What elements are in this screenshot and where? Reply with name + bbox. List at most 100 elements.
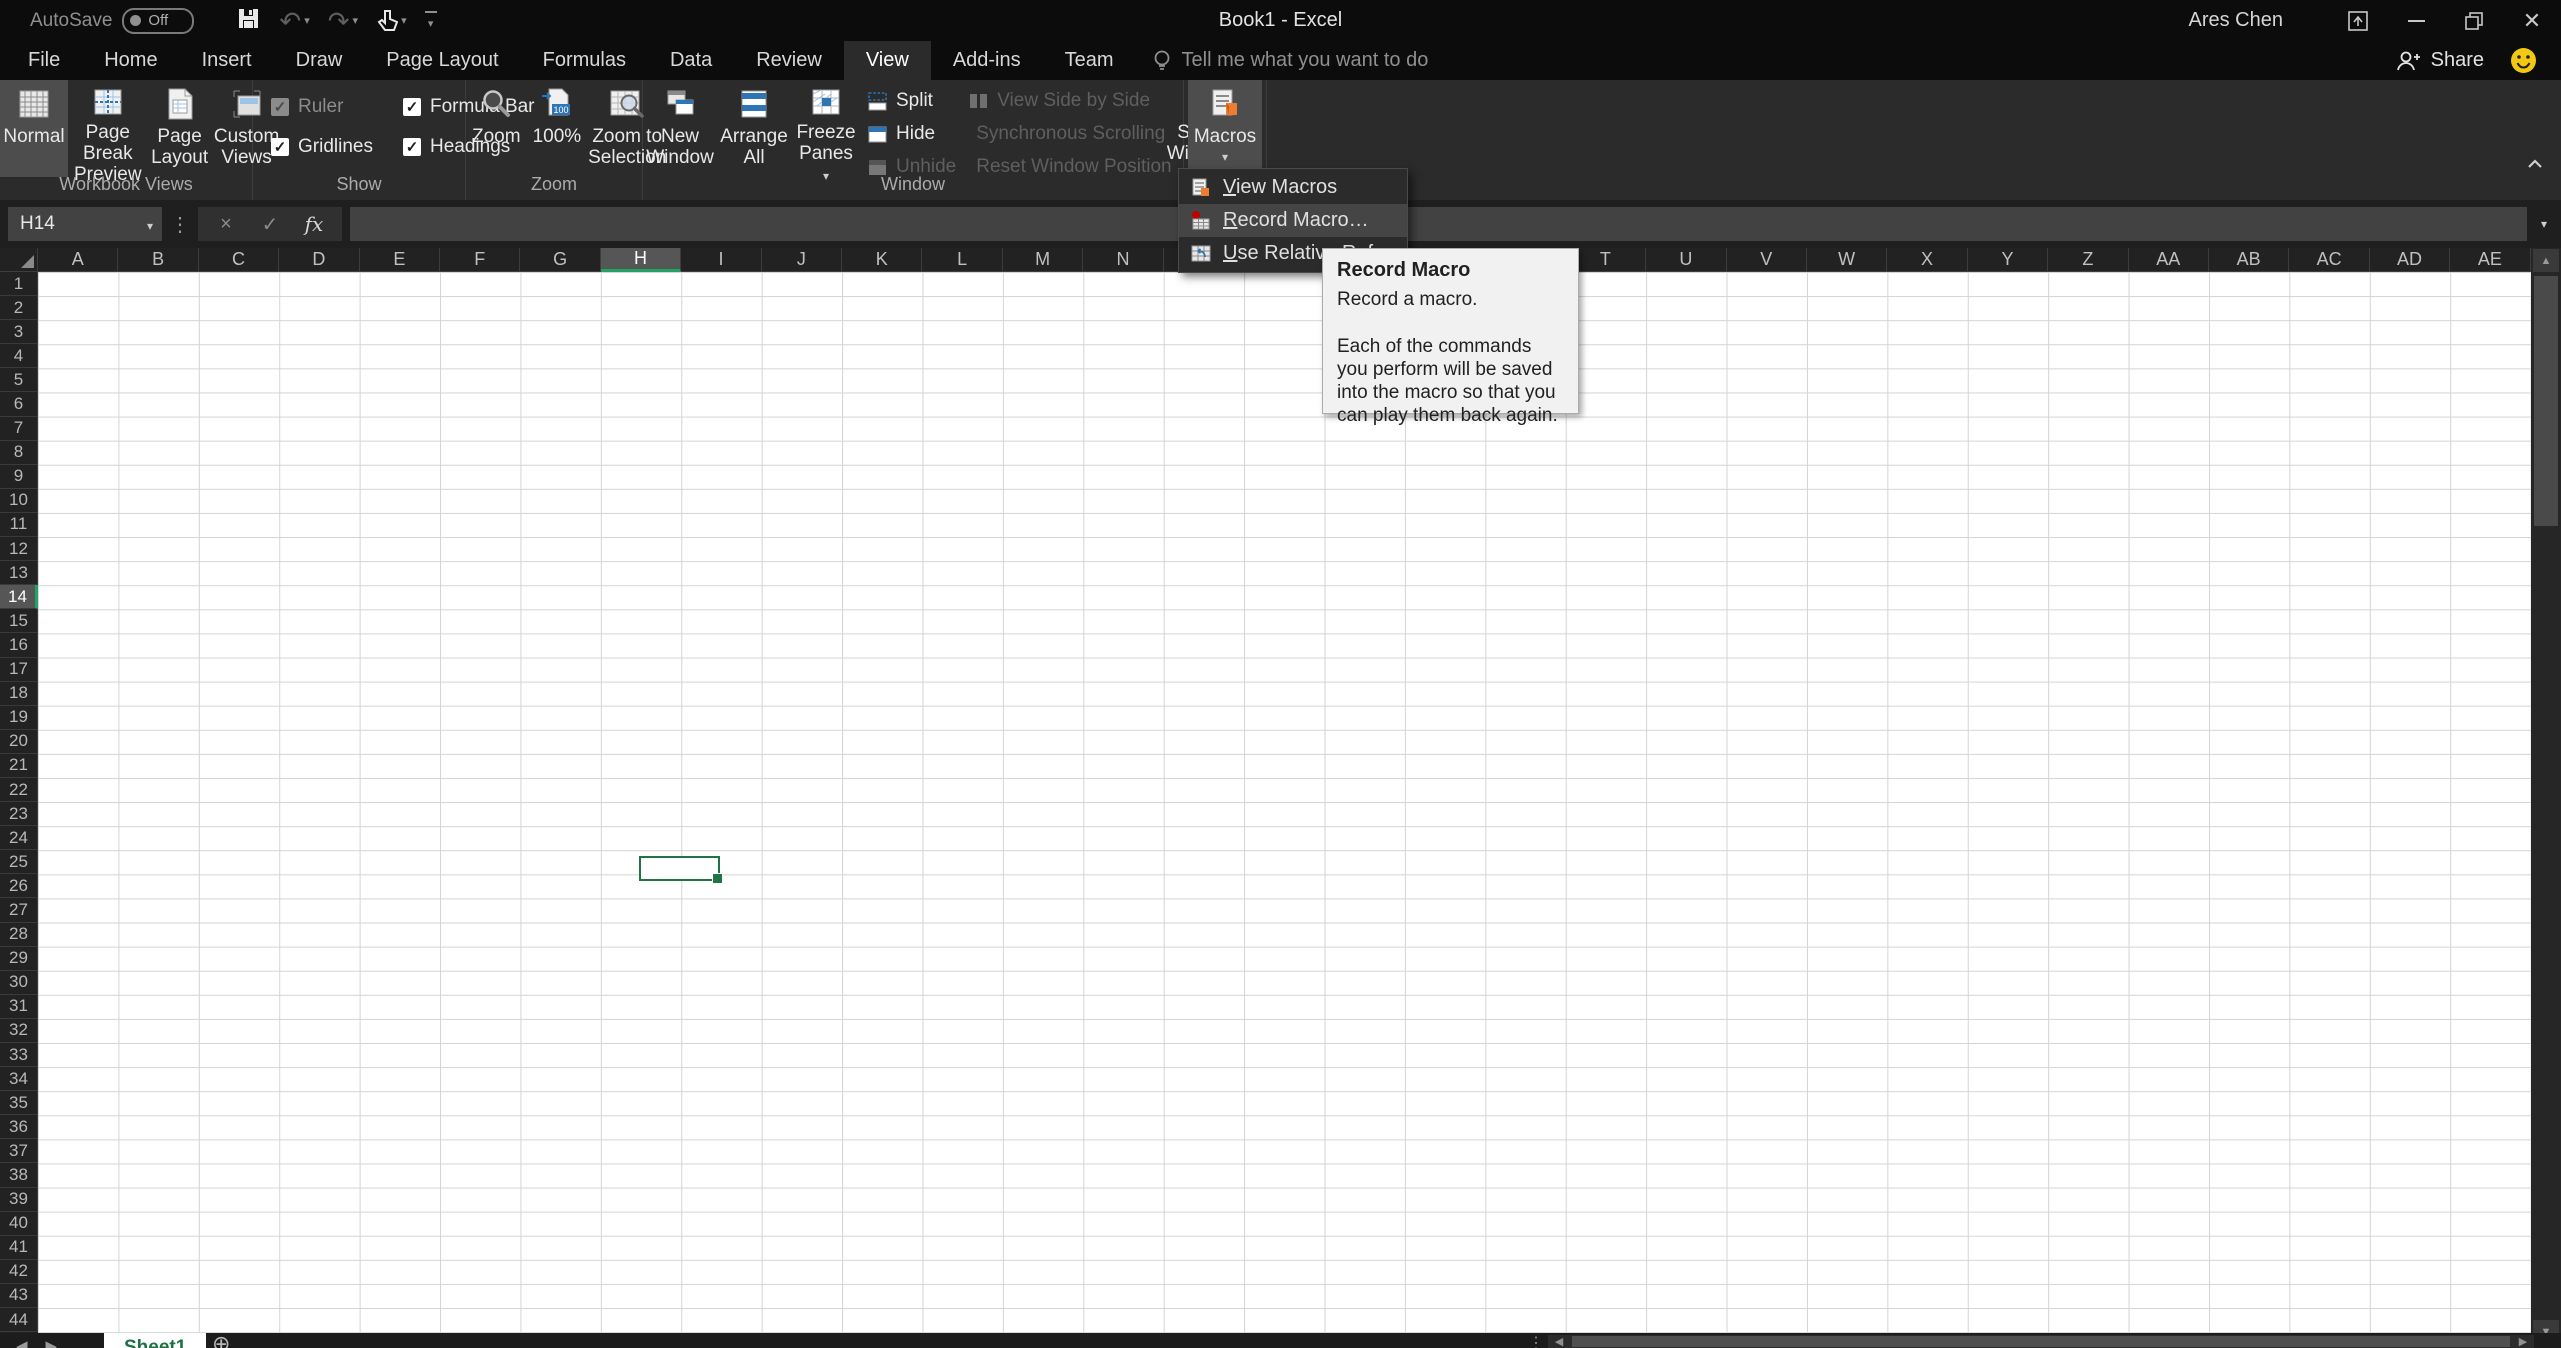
ribbon-tab[interactable]: Page Layout: [364, 41, 520, 80]
row-header[interactable]: 40: [0, 1211, 38, 1236]
worksheet-grid[interactable]: [38, 272, 2531, 1333]
column-header[interactable]: G: [520, 248, 601, 272]
row-header[interactable]: 26: [0, 874, 38, 899]
scroll-right-arrow-icon[interactable]: ▶: [2512, 1335, 2534, 1348]
column-header[interactable]: W: [1806, 248, 1888, 272]
row-header[interactable]: 43: [0, 1283, 38, 1309]
row-header[interactable]: 6: [0, 392, 38, 417]
row-header[interactable]: 11: [0, 512, 38, 538]
tab-scrollbar-splitter[interactable]: ⋮: [1528, 1333, 1544, 1348]
row-header[interactable]: 30: [0, 970, 38, 995]
undo-button[interactable]: ↶ ▾: [279, 8, 309, 34]
row-header[interactable]: 22: [0, 777, 38, 803]
row-header[interactable]: 3: [0, 320, 38, 345]
ribbon-tab[interactable]: Insert: [180, 41, 274, 80]
horizontal-scrollbar-thumb[interactable]: [1572, 1336, 2510, 1347]
row-header[interactable]: 7: [0, 416, 38, 441]
column-header[interactable]: B: [118, 248, 199, 272]
column-header[interactable]: H: [600, 248, 682, 272]
select-all-button[interactable]: [0, 248, 38, 272]
row-header[interactable]: 28: [0, 922, 38, 947]
ribbon-tab[interactable]: Add-ins: [931, 41, 1043, 80]
normal-view-button[interactable]: Normal: [0, 80, 68, 177]
sheet-tab-active[interactable]: Sheet1: [104, 1333, 207, 1348]
row-header[interactable]: 24: [0, 826, 38, 851]
row-header[interactable]: 41: [0, 1235, 38, 1260]
row-header[interactable]: 18: [0, 681, 38, 706]
ribbon-tab[interactable]: Team: [1043, 41, 1136, 80]
close-button[interactable]: ✕: [2503, 0, 2561, 41]
redo-button[interactable]: ↷ ▾: [328, 8, 358, 34]
ribbon-tab[interactable]: Formulas: [521, 41, 648, 80]
row-header[interactable]: 21: [0, 753, 38, 778]
name-box[interactable]: H14 ▾: [8, 207, 162, 241]
show-checkbox[interactable]: ✓ Ruler: [271, 96, 373, 118]
row-header[interactable]: 17: [0, 657, 38, 682]
column-header[interactable]: C: [198, 248, 280, 272]
row-header[interactable]: 27: [0, 898, 38, 923]
column-header[interactable]: AB: [2208, 248, 2290, 272]
row-header[interactable]: 37: [0, 1139, 38, 1164]
column-header[interactable]: Y: [1967, 248, 2049, 272]
menu-item-record-macro[interactable]: Record Macro…: [1179, 204, 1407, 237]
column-header[interactable]: AD: [2369, 248, 2451, 272]
row-header[interactable]: 1: [0, 272, 38, 297]
next-sheet-arrow-icon[interactable]: ▶: [46, 1337, 58, 1348]
expand-formula-bar-button[interactable]: ▾: [2527, 215, 2561, 233]
new-sheet-button[interactable]: ⊕: [212, 1333, 230, 1348]
row-header[interactable]: 33: [0, 1043, 38, 1068]
selected-cell-H14[interactable]: [639, 856, 723, 884]
minimize-button[interactable]: [2387, 0, 2445, 41]
column-header[interactable]: I: [681, 248, 762, 272]
row-header[interactable]: 32: [0, 1018, 38, 1043]
column-header[interactable]: D: [279, 248, 360, 272]
share-button[interactable]: Share: [2395, 49, 2484, 73]
ribbon-display-options-button[interactable]: [2329, 0, 2387, 41]
cancel-button[interactable]: ×: [204, 213, 248, 236]
arrange-all-button[interactable]: Arrange All: [717, 80, 791, 177]
split-button[interactable]: Split: [867, 88, 956, 114]
ribbon-tab[interactable]: Draw: [274, 41, 365, 80]
row-header[interactable]: 12: [0, 537, 38, 562]
tell-me-box[interactable]: Tell me what you want to do: [1152, 41, 1428, 80]
ribbon-tab[interactable]: File: [6, 41, 82, 80]
view-side-by-side-button[interactable]: View Side by Side: [968, 88, 1156, 114]
touch-mouse-mode-button[interactable]: ▾: [376, 9, 407, 33]
row-header[interactable]: 2: [0, 296, 38, 321]
column-header[interactable]: X: [1887, 248, 1968, 272]
column-header[interactable]: AC: [2289, 248, 2370, 272]
row-header[interactable]: 9: [0, 464, 38, 489]
row-header[interactable]: 14: [0, 585, 38, 610]
column-header[interactable]: E: [359, 248, 441, 272]
row-header[interactable]: 10: [0, 488, 38, 513]
row-header[interactable]: 23: [0, 802, 38, 827]
new-window-button[interactable]: New Window: [643, 80, 717, 177]
column-header[interactable]: J: [761, 248, 843, 272]
row-header[interactable]: 25: [0, 850, 38, 875]
page-layout-button[interactable]: Page Layout: [148, 80, 212, 177]
zoom-100-button[interactable]: 100 100%: [527, 80, 588, 177]
row-header[interactable]: 20: [0, 729, 38, 754]
column-header[interactable]: A: [38, 248, 119, 272]
row-header[interactable]: 44: [0, 1308, 38, 1333]
ribbon-tab[interactable]: Review: [734, 41, 844, 80]
row-header[interactable]: 35: [0, 1091, 38, 1116]
row-header[interactable]: 36: [0, 1115, 38, 1140]
customize-qat-button[interactable]: ▾: [424, 11, 437, 30]
page-break-preview-button[interactable]: Page Break Preview: [68, 80, 148, 185]
ribbon-tab[interactable]: Home: [82, 41, 179, 80]
insert-function-button[interactable]: fx: [292, 212, 336, 236]
autosave-toggle[interactable]: Off: [122, 7, 195, 34]
ribbon-tab[interactable]: Data: [648, 41, 734, 80]
row-header[interactable]: 31: [0, 994, 38, 1019]
row-header[interactable]: 29: [0, 946, 38, 971]
column-header[interactable]: AA: [2128, 248, 2209, 272]
ribbon-tab[interactable]: View: [843, 41, 931, 80]
feedback-smiley-icon[interactable]: [2510, 47, 2537, 74]
formula-input[interactable]: [350, 207, 2527, 241]
row-header[interactable]: 19: [0, 705, 38, 730]
column-header[interactable]: AE: [2450, 248, 2531, 272]
row-header[interactable]: 8: [0, 440, 38, 465]
row-header[interactable]: 13: [0, 561, 38, 586]
horizontal-scrollbar[interactable]: ◀ ▶: [1548, 1335, 2534, 1348]
